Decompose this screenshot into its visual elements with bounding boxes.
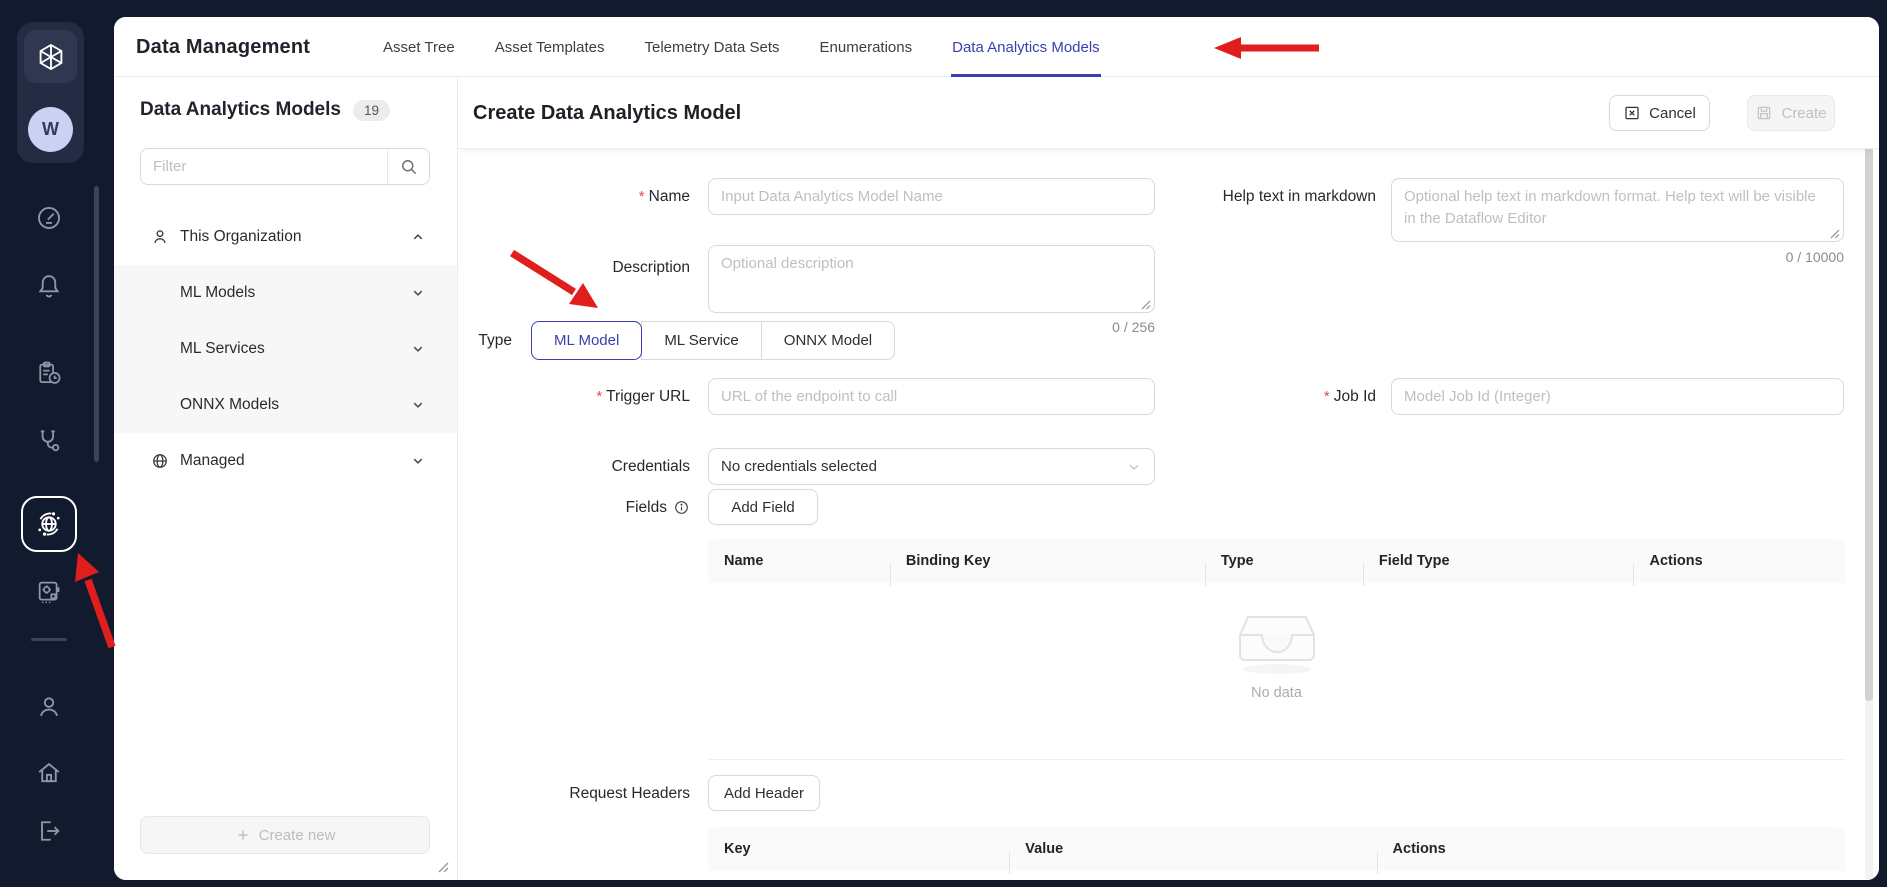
credentials-select[interactable]: No credentials selected (708, 448, 1155, 485)
form-title: Create Data Analytics Model (473, 77, 741, 149)
models-count-badge: 19 (353, 100, 390, 121)
search-button[interactable] (387, 149, 429, 184)
add-field-button[interactable]: Add Field (708, 489, 818, 525)
cancel-box-icon (1623, 104, 1641, 122)
pipeline-stethoscope-icon[interactable] (35, 426, 63, 454)
page-title: Data Management (136, 17, 310, 77)
chevron-down-icon (1126, 459, 1142, 475)
scheduled-tasks-icon[interactable] (35, 359, 63, 387)
chevron-up-icon[interactable] (409, 228, 427, 246)
chevron-down-icon[interactable] (409, 284, 427, 302)
fields-table: Name Binding Key Type Field Type Actions… (708, 539, 1845, 760)
empty-inbox-icon (1234, 611, 1320, 675)
globe-icon (150, 451, 170, 471)
description-label: Description (470, 249, 690, 286)
cancel-button[interactable]: Cancel (1609, 95, 1710, 131)
plus-icon (235, 827, 251, 843)
fields-label: Fields (470, 489, 690, 526)
cube-logo-icon (35, 41, 67, 73)
help-char-count: 0 / 10000 (1704, 249, 1844, 265)
trigger-url-input[interactable] (708, 378, 1155, 415)
sidebar-scrollbar-thumb[interactable] (94, 186, 99, 462)
tree-item-ml-models[interactable]: ML Models (114, 265, 457, 321)
tree-item-this-organization[interactable]: This Organization (114, 209, 457, 265)
sidebar-divider (31, 638, 67, 641)
trigger-url-label: *Trigger URL (470, 378, 690, 415)
tree-item-onnx-models[interactable]: ONNX Models (114, 377, 457, 433)
name-input[interactable] (708, 178, 1155, 215)
app-sidebar: W (0, 0, 114, 887)
job-id-label: *Job Id (1156, 378, 1376, 415)
tab-telemetry-data-sets[interactable]: Telemetry Data Sets (644, 17, 779, 77)
main-content: Create Data Analytics Model Cancel (458, 77, 1879, 880)
credentials-label: Credentials (470, 448, 690, 485)
request-headers-table-header: Key Value Actions (708, 827, 1845, 871)
gauge-icon[interactable] (35, 204, 63, 232)
create-button[interactable]: Create (1747, 95, 1835, 131)
name-label: *Name (470, 178, 690, 215)
request-headers-table: Key Value Actions (708, 827, 1845, 871)
filter-box (140, 148, 430, 185)
edge-device-chip-icon[interactable] (35, 578, 63, 606)
tab-bar: Asset Tree Asset Templates Telemetry Dat… (383, 17, 1100, 77)
no-data-text: No data (1251, 685, 1302, 701)
add-header-button[interactable]: Add Header (708, 775, 820, 811)
sidebar-item-data-analytics-active[interactable] (21, 496, 77, 552)
create-new-button[interactable]: Create new (140, 816, 430, 854)
sidebar-top-group: W (17, 22, 84, 163)
help-text-area[interactable] (1391, 178, 1844, 242)
user-avatar[interactable]: W (28, 107, 73, 152)
filter-input[interactable] (141, 149, 387, 184)
top-bar: Data Management Asset Tree Asset Templat… (114, 17, 1879, 77)
save-icon (1755, 104, 1773, 122)
description-char-count: 0 / 256 (1015, 319, 1155, 335)
bell-icon[interactable] (35, 272, 63, 300)
chevron-down-icon[interactable] (409, 396, 427, 414)
models-sidebar: Data Analytics Models 19 This O (114, 77, 458, 880)
type-option-onnx-model[interactable]: ONNX Model (761, 321, 895, 360)
type-label: Type (292, 322, 512, 359)
logout-icon[interactable] (35, 817, 63, 845)
tab-data-analytics-models[interactable]: Data Analytics Models (952, 17, 1100, 77)
info-icon[interactable] (673, 499, 690, 516)
app-panel: Data Management Asset Tree Asset Templat… (114, 17, 1879, 880)
description-area[interactable] (708, 245, 1155, 313)
data-analytics-globe-icon (34, 509, 64, 539)
user-icon[interactable] (35, 693, 63, 721)
panel-resize-handle[interactable] (437, 861, 449, 873)
sidebar-title: Data Analytics Models (140, 99, 341, 121)
fields-table-header: Name Binding Key Type Field Type Actions (708, 539, 1845, 583)
app-logo[interactable] (24, 30, 77, 83)
search-icon (399, 157, 419, 177)
person-icon (150, 227, 170, 247)
tab-asset-templates[interactable]: Asset Templates (495, 17, 605, 77)
tab-enumerations[interactable]: Enumerations (820, 17, 913, 77)
main-scrollbar-thumb[interactable] (1865, 143, 1873, 701)
job-id-input[interactable] (1391, 378, 1844, 415)
form-header: Create Data Analytics Model Cancel (458, 77, 1879, 149)
request-headers-label: Request Headers (470, 775, 690, 812)
tree-item-managed[interactable]: Managed (114, 433, 457, 489)
chevron-down-icon[interactable] (409, 452, 427, 470)
main-scrollbar-track[interactable] (1865, 135, 1873, 880)
fields-table-empty-body: No data (708, 583, 1845, 760)
type-option-ml-model[interactable]: ML Model (531, 321, 642, 360)
home-icon[interactable] (35, 759, 63, 787)
tab-asset-tree[interactable]: Asset Tree (383, 17, 455, 77)
help-text-label: Help text in markdown (1156, 178, 1376, 215)
type-option-ml-service[interactable]: ML Service (641, 321, 761, 360)
type-selector: ML Model ML Service ONNX Model (531, 321, 895, 360)
